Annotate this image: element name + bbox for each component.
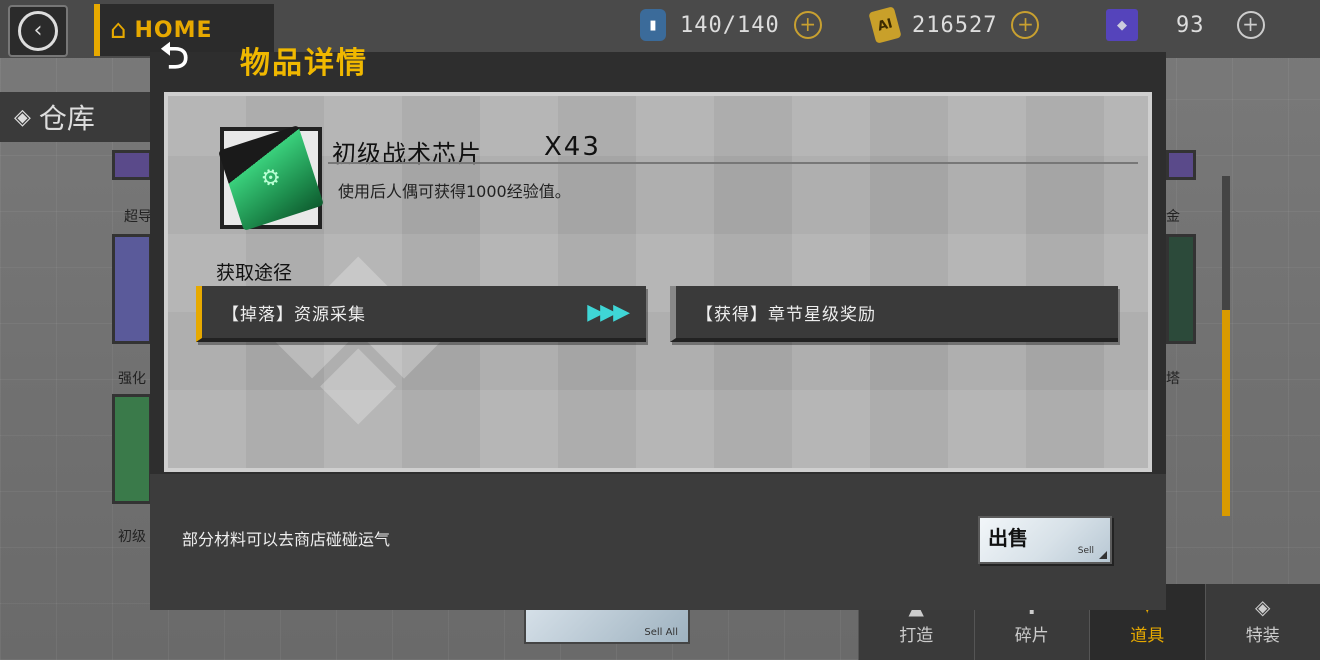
bg-item-label: 超导: [124, 209, 152, 225]
modal-content-panel: ❖ ⚙ 初级战术芯片 X43 使用后人偶可获得1000经验值。 获取途径 【掉落…: [164, 92, 1152, 476]
source-chapter-stars-button[interactable]: 【获得】章节星级奖励: [670, 286, 1118, 342]
bg-item-label: 强化: [118, 371, 146, 387]
modal-footer: 部分材料可以去商店碰碰运气 出售 Sell: [150, 474, 1166, 610]
corner-triangle-icon: [1099, 551, 1107, 559]
bg-item-label: 塔: [1166, 371, 1180, 387]
item-description: 使用后人偶可获得1000经验值。: [338, 182, 571, 201]
back-button[interactable]: ‹: [8, 5, 68, 57]
battery-value: 140/140: [680, 12, 780, 38]
battery-icon: ▮: [640, 9, 666, 41]
crystal-icon: ◆: [1106, 9, 1138, 41]
bg-item-card[interactable]: [1166, 234, 1196, 344]
bg-item-card[interactable]: [112, 150, 152, 180]
bg-item-card[interactable]: [1166, 150, 1196, 180]
sell-button[interactable]: 出售 Sell: [978, 516, 1112, 564]
shop-hint: 部分材料可以去商店碰碰运气: [182, 530, 391, 549]
modal-back-button[interactable]: ⮌: [160, 38, 216, 76]
sell-label: 出售: [988, 526, 1028, 550]
crystal-value: 93: [1176, 12, 1205, 38]
special-icon: ◈: [1255, 595, 1271, 619]
tab-special[interactable]: ◈ 特装: [1204, 584, 1320, 660]
tab-label: 碎片: [1014, 626, 1049, 646]
home-icon: ⌂: [110, 15, 127, 45]
item-thumbnail: ⚙: [218, 125, 324, 231]
source-label: 【获得】章节星级奖励: [696, 304, 876, 325]
tab-label: 特装: [1245, 626, 1280, 646]
bg-item-card[interactable]: [112, 234, 152, 344]
coin-value: 216527: [912, 12, 998, 38]
chevron-left-icon: ‹: [18, 11, 58, 51]
resource-battery: ▮ 140/140 +: [640, 8, 822, 42]
resource-crystal: ◆ 93 +: [1106, 8, 1265, 42]
tactical-chip-icon: ⚙: [218, 125, 324, 231]
source-label: 【掉落】资源采集: [222, 304, 366, 325]
add-coin-button[interactable]: +: [1011, 11, 1040, 39]
add-crystal-button[interactable]: +: [1236, 11, 1265, 39]
add-battery-button[interactable]: +: [793, 11, 822, 39]
tab-label: 打造: [899, 626, 934, 646]
divider: [328, 162, 1138, 164]
scrollbar-thumb[interactable]: [1222, 310, 1230, 516]
modal-title: 物品详情: [240, 46, 368, 81]
emblem-watermark-icon: ❖: [254, 212, 462, 479]
resource-coin: AI 216527 +: [868, 6, 1040, 44]
page-header: ◈ 仓库: [0, 92, 150, 142]
source-resource-gathering-button[interactable]: 【掉落】资源采集 ▶▶▶: [196, 286, 646, 342]
return-arrow-icon: ⮌: [160, 36, 189, 77]
bg-item-label: 初级: [118, 529, 146, 545]
tab-label: 道具: [1130, 626, 1165, 646]
sell-all-label: Sell All: [644, 627, 678, 638]
scrollbar[interactable]: [1222, 176, 1230, 516]
sources-heading: 获取途径: [216, 262, 293, 284]
sell-sub-label: Sell: [1077, 546, 1094, 556]
item-quantity: X43: [544, 132, 601, 162]
triple-arrow-icon: ▶▶▶: [587, 300, 630, 325]
ai-coin-icon: AI: [868, 6, 902, 44]
diamond-icon: ◈: [14, 104, 31, 130]
bg-item-card[interactable]: [112, 394, 152, 504]
bg-item-label: 金: [1166, 209, 1180, 225]
page-title: 仓库: [38, 102, 95, 135]
item-detail-modal: ❖ ⚙ 初级战术芯片 X43 使用后人偶可获得1000经验值。 获取途径 【掉落…: [150, 80, 1166, 476]
